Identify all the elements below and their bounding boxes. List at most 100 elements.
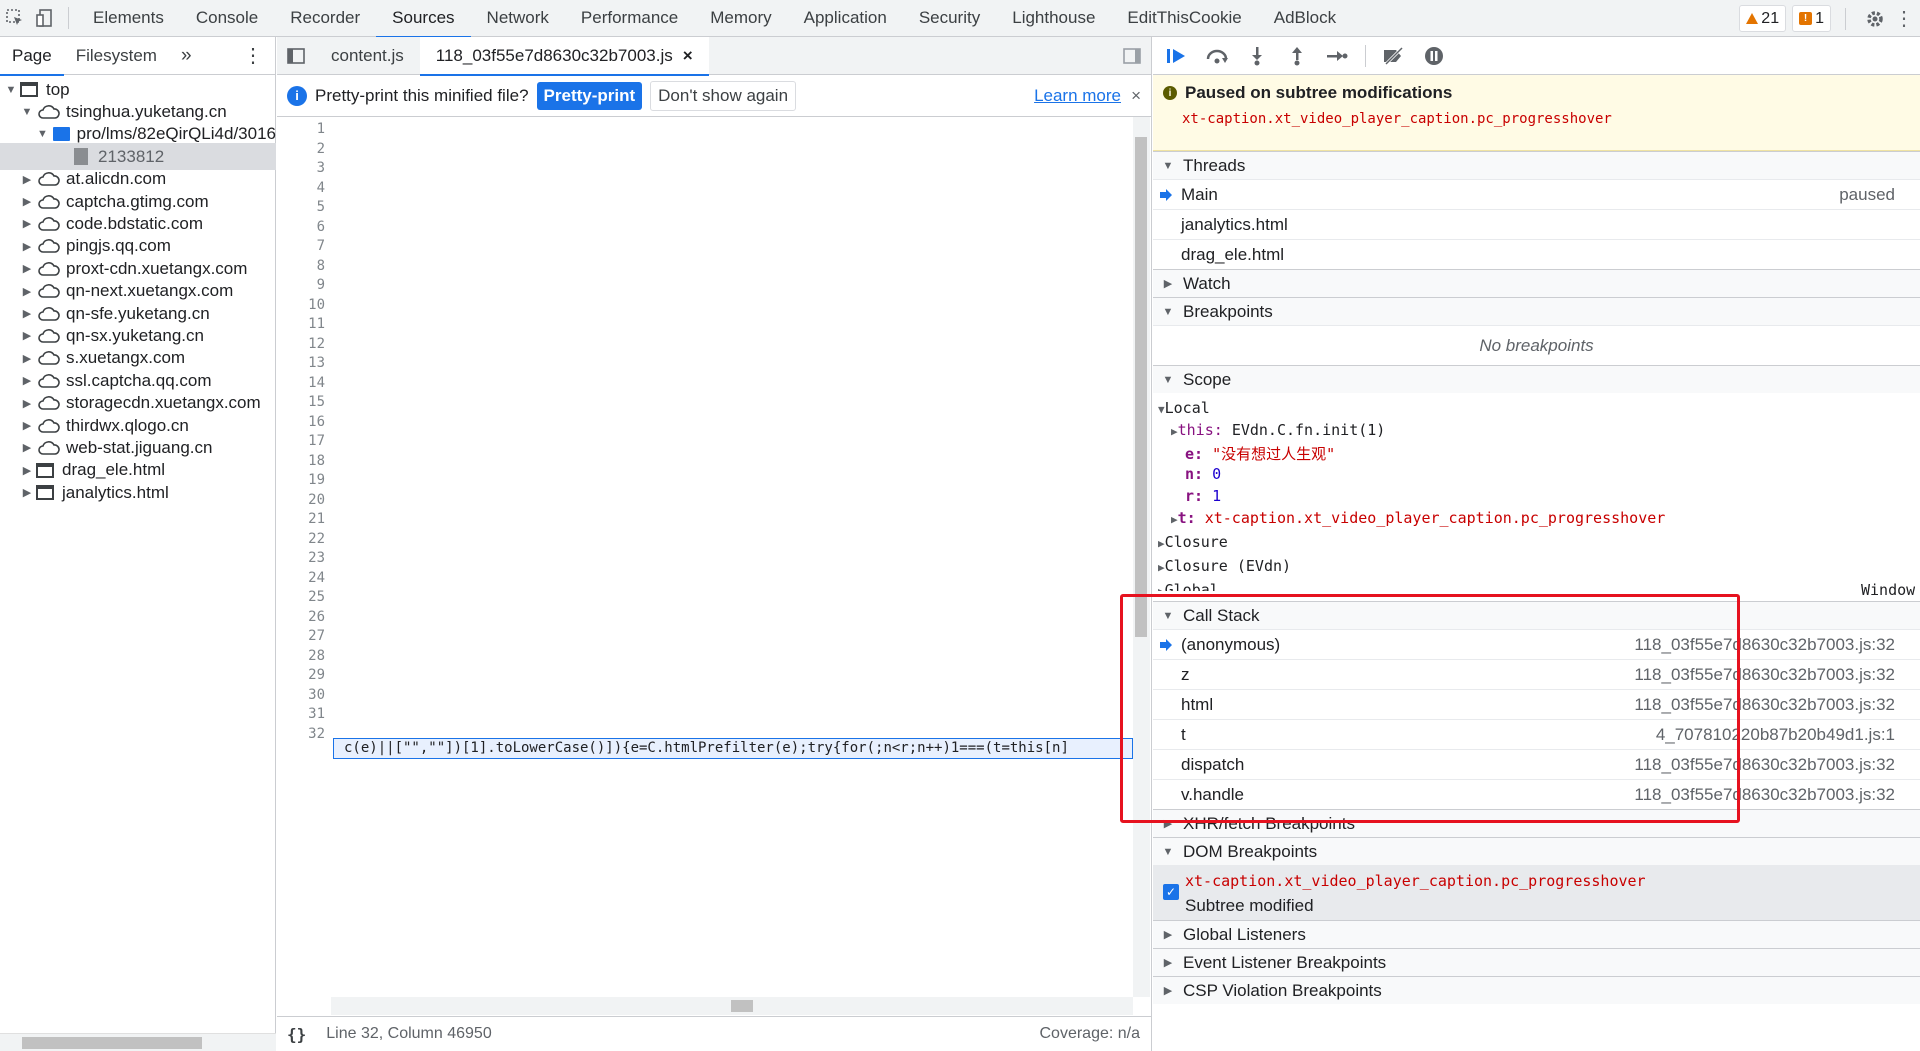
more-options-icon[interactable]: ⋮ bbox=[1894, 0, 1914, 37]
dont-show-again-button[interactable]: Don't show again bbox=[650, 80, 797, 111]
line-number[interactable]: 25 bbox=[308, 589, 325, 605]
scope-var-n[interactable]: n: 0 bbox=[1185, 465, 1221, 483]
pause-on-exceptions-icon[interactable] bbox=[1422, 44, 1446, 68]
call-frame[interactable]: (anonymous) 118_03f55e7d8630c32b7003.js:3… bbox=[1153, 629, 1920, 659]
close-tab-icon[interactable]: × bbox=[683, 46, 693, 66]
scrollbar-thumb[interactable] bbox=[1135, 137, 1147, 637]
line-number[interactable]: 28 bbox=[308, 648, 325, 664]
line-number-gutter[interactable]: 1 2 3 4 5 6 7 8 9 10 11 12 13 14 15 16 17 18 19 20 21 22 23 24 2… bbox=[277, 117, 331, 997]
call-frame[interactable]: dispatch 118_03f55e7d8630c32b7003.js:32 bbox=[1153, 749, 1920, 779]
line-number[interactable]: 14 bbox=[308, 375, 325, 391]
scope-var-t[interactable]: ▶t: xt-caption.xt_video_player_caption.p… bbox=[1171, 509, 1665, 527]
dom-breakpoint-checkbox[interactable]: ✓ bbox=[1163, 884, 1179, 900]
format-icon[interactable]: {} bbox=[287, 1025, 306, 1044]
pretty-print-button[interactable]: Pretty-print bbox=[536, 81, 643, 110]
tab-performance[interactable]: Performance bbox=[565, 0, 694, 37]
line-number[interactable]: 24 bbox=[308, 570, 325, 586]
toggle-navigator-icon[interactable] bbox=[277, 37, 315, 75]
thread-row-main[interactable]: Main paused bbox=[1153, 179, 1920, 209]
threads-section-header[interactable]: ▼ Threads bbox=[1153, 151, 1920, 179]
tree-item-frame[interactable]: ▶ janalytics.html bbox=[0, 479, 276, 506]
line-number[interactable]: 19 bbox=[308, 472, 325, 488]
step-icon[interactable] bbox=[1325, 44, 1349, 68]
line-number[interactable]: 22 bbox=[308, 531, 325, 547]
line-number[interactable]: 23 bbox=[308, 550, 325, 566]
issues-badge[interactable]: ! 1 bbox=[1792, 5, 1831, 32]
line-number[interactable]: 26 bbox=[308, 609, 325, 625]
line-number[interactable]: 18 bbox=[308, 453, 325, 469]
editor-vertical-scrollbar[interactable] bbox=[1133, 117, 1150, 997]
editor-horizontal-scrollbar[interactable] bbox=[331, 997, 1133, 1015]
deactivate-breakpoints-icon[interactable] bbox=[1382, 44, 1406, 68]
tab-adblock[interactable]: AdBlock bbox=[1258, 0, 1352, 37]
call-frame[interactable]: html 118_03f55e7d8630c32b7003.js:32 bbox=[1153, 689, 1920, 719]
warnings-badge[interactable]: 21 bbox=[1739, 5, 1787, 32]
call-frame[interactable]: v.handle 118_03f55e7d8630c32b7003.js:32 bbox=[1153, 779, 1920, 809]
dom-breakpoints-section-header[interactable]: ▼ DOM Breakpoints bbox=[1153, 837, 1920, 865]
tab-network[interactable]: Network bbox=[471, 0, 565, 37]
thread-row-janalytics[interactable]: janalytics.html bbox=[1153, 209, 1920, 239]
line-number[interactable]: 4 bbox=[317, 180, 325, 196]
line-number[interactable]: 17 bbox=[308, 433, 325, 449]
scope-closure[interactable]: ▶Closure bbox=[1158, 533, 1228, 551]
line-number[interactable]: 31 bbox=[308, 706, 325, 722]
line-number[interactable]: 12 bbox=[308, 336, 325, 352]
tab-page[interactable]: Page bbox=[0, 37, 64, 76]
scope-section-header[interactable]: ▼ Scope bbox=[1153, 365, 1920, 393]
tab-console[interactable]: Console bbox=[180, 0, 274, 37]
watch-section-header[interactable]: ▶ Watch bbox=[1153, 269, 1920, 297]
tab-security[interactable]: Security bbox=[903, 0, 996, 37]
line-number[interactable]: 20 bbox=[308, 492, 325, 508]
navigator-menu-icon[interactable]: ⋮ bbox=[231, 37, 275, 75]
line-number[interactable]: 21 bbox=[308, 511, 325, 527]
scope-var-this[interactable]: ▶this: EVdn.C.fn.init(1) bbox=[1171, 421, 1385, 439]
tab-filesystem[interactable]: Filesystem bbox=[64, 37, 169, 75]
tab-lighthouse[interactable]: Lighthouse bbox=[996, 0, 1111, 37]
device-toolbar-icon[interactable] bbox=[30, 0, 60, 37]
line-number[interactable]: 30 bbox=[308, 687, 325, 703]
call-frame[interactable]: z 118_03f55e7d8630c32b7003.js:32 bbox=[1153, 659, 1920, 689]
global-listeners-section-header[interactable]: ▶ Global Listeners bbox=[1153, 920, 1920, 948]
line-number[interactable]: 15 bbox=[308, 394, 325, 410]
toggle-debugger-icon[interactable] bbox=[1113, 37, 1151, 75]
line-number[interactable]: 32 bbox=[308, 726, 325, 742]
line-number[interactable]: 3 bbox=[317, 160, 325, 176]
line-number[interactable]: 6 bbox=[317, 219, 325, 235]
navigator-scrollbar[interactable] bbox=[0, 1033, 276, 1051]
call-frame[interactable]: t 4_707810220b87b20b49d1.js:1 bbox=[1153, 719, 1920, 749]
event-listener-breakpoints-section-header[interactable]: ▶ Event Listener Breakpoints bbox=[1153, 948, 1920, 976]
thread-row-drag-ele[interactable]: drag_ele.html bbox=[1153, 239, 1920, 269]
editor-tab-active-file[interactable]: 118_03f55e7d8630c32b7003.js × bbox=[419, 36, 709, 76]
dom-breakpoint-item[interactable]: ✓ xt-caption.xt_video_player_caption.pc_… bbox=[1153, 865, 1920, 920]
tab-sources[interactable]: Sources bbox=[376, 0, 471, 38]
line-number[interactable]: 8 bbox=[317, 258, 325, 274]
line-number[interactable]: 13 bbox=[308, 355, 325, 371]
close-infobar-icon[interactable]: × bbox=[1131, 86, 1141, 106]
scope-local[interactable]: ▼Local bbox=[1158, 399, 1210, 417]
step-out-icon[interactable] bbox=[1285, 44, 1309, 68]
call-stack-section-header[interactable]: ▼ Call Stack bbox=[1153, 601, 1920, 629]
more-tabs-icon[interactable]: » bbox=[169, 37, 204, 75]
line-number[interactable]: 1 bbox=[317, 121, 325, 137]
resume-icon[interactable] bbox=[1165, 44, 1189, 68]
tab-application[interactable]: Application bbox=[788, 0, 903, 37]
tab-editthiscookie[interactable]: EditThisCookie bbox=[1111, 0, 1257, 37]
line-number[interactable]: 9 bbox=[317, 277, 325, 293]
editor-tab-content-js[interactable]: content.js bbox=[315, 37, 420, 75]
line-number[interactable]: 5 bbox=[317, 199, 325, 215]
line-number[interactable]: 29 bbox=[308, 667, 325, 683]
xhr-breakpoints-section-header[interactable]: ▶ XHR/fetch Breakpoints bbox=[1153, 809, 1920, 837]
settings-gear-icon[interactable] bbox=[1860, 0, 1890, 37]
csp-violation-breakpoints-section-header[interactable]: ▶ CSP Violation Breakpoints bbox=[1153, 976, 1920, 1004]
scope-var-e[interactable]: e: "没有想过人生观" bbox=[1185, 443, 1335, 464]
scope-var-r[interactable]: r: 1 bbox=[1185, 487, 1221, 505]
breakpoints-section-header[interactable]: ▼ Breakpoints bbox=[1153, 297, 1920, 325]
line-number[interactable]: 16 bbox=[308, 414, 325, 430]
tab-elements[interactable]: Elements bbox=[77, 0, 180, 37]
learn-more-link[interactable]: Learn more bbox=[1034, 86, 1121, 106]
step-over-icon[interactable] bbox=[1205, 44, 1229, 68]
scrollbar-thumb[interactable] bbox=[22, 1037, 202, 1049]
line-number[interactable]: 2 bbox=[317, 141, 325, 157]
scrollbar-thumb[interactable] bbox=[731, 1000, 753, 1012]
scope-closure-evdn[interactable]: ▶Closure (EVdn) bbox=[1158, 557, 1291, 575]
